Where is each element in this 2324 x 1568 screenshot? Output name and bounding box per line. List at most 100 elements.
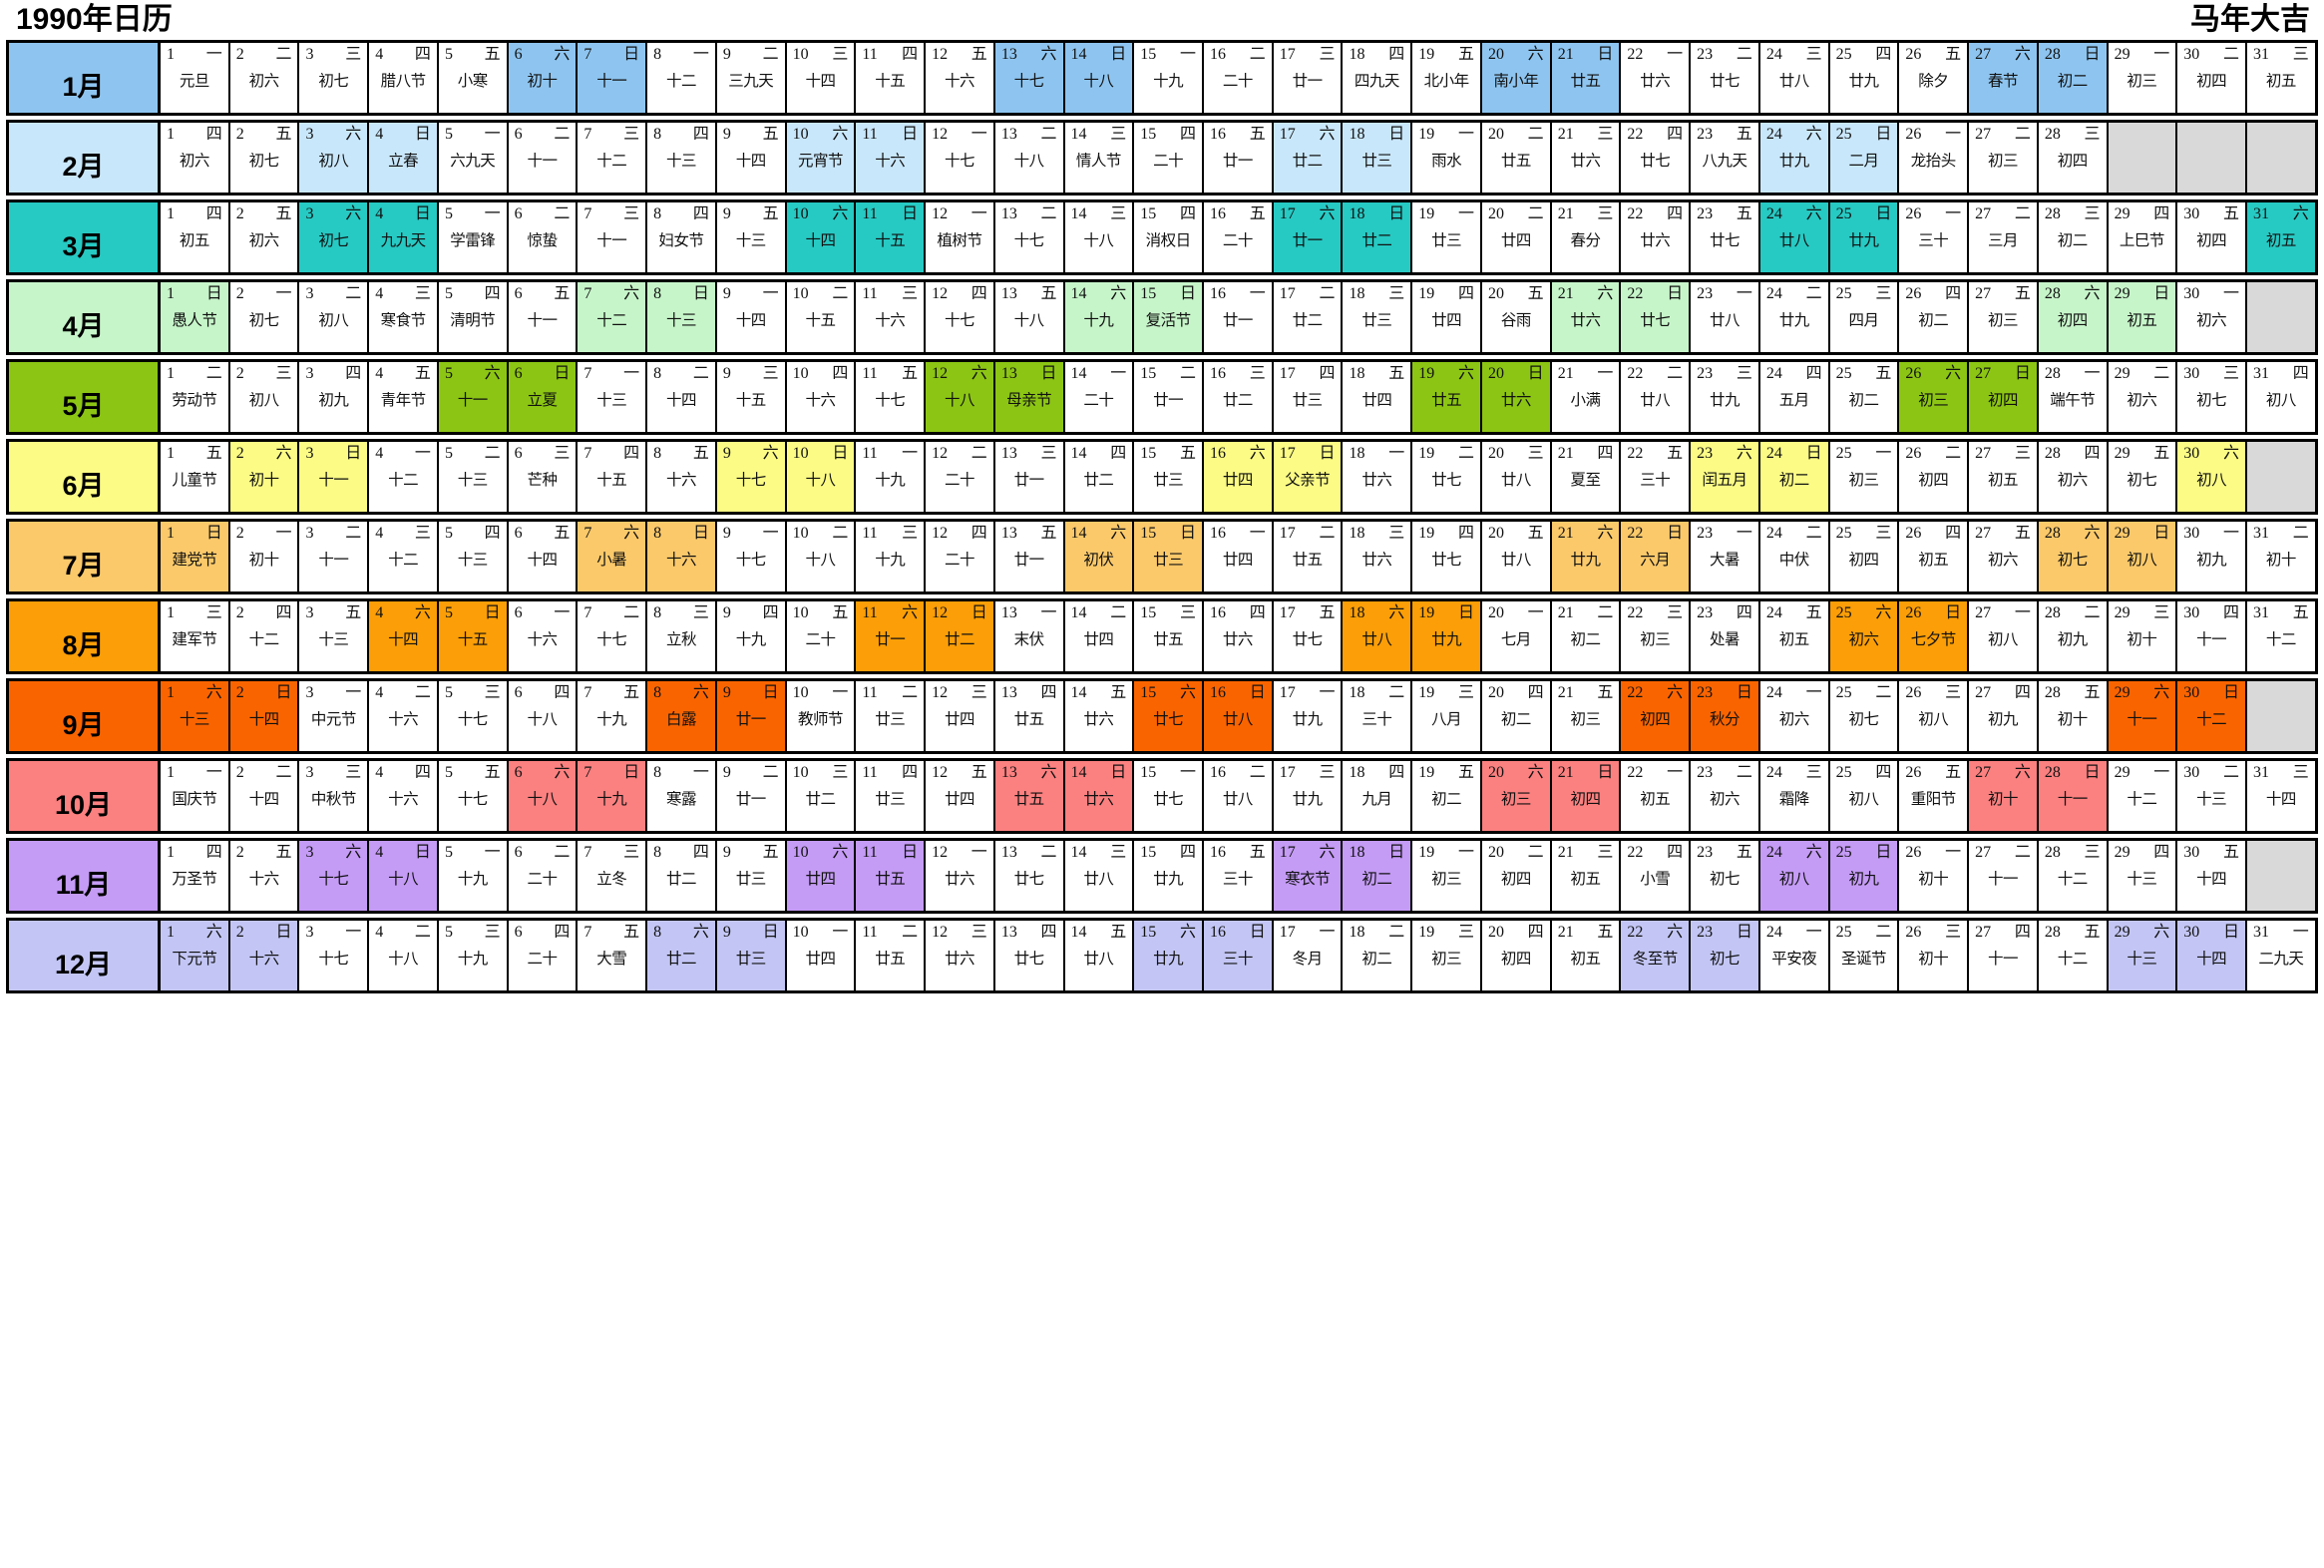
day-cell[interactable]: 1 二劳动节 <box>161 362 230 432</box>
day-cell[interactable]: 8 六白露 <box>647 681 717 751</box>
day-cell[interactable]: 23 二廿七 <box>1691 43 1760 113</box>
month-label-12[interactable]: 12月 <box>9 921 161 990</box>
day-cell[interactable]: 2 五初六 <box>229 202 300 272</box>
day-cell[interactable]: 20 四初四 <box>1481 921 1552 990</box>
day-cell[interactable]: 6 二十一 <box>508 123 579 193</box>
day-cell[interactable]: 7 日十九 <box>578 761 648 831</box>
day-cell[interactable]: 7 五十九 <box>578 681 648 751</box>
day-cell[interactable]: 24 六初八 <box>1759 841 1830 911</box>
month-label-4[interactable]: 4月 <box>9 282 161 352</box>
day-cell[interactable]: 2 五十六 <box>229 841 300 911</box>
day-cell[interactable]: 10 二十八 <box>786 522 857 591</box>
day-cell[interactable]: 27 一初八 <box>1969 601 2039 671</box>
day-cell[interactable]: 22 一廿六 <box>1621 43 1692 113</box>
day-cell[interactable]: 3 六初七 <box>299 202 370 272</box>
day-cell[interactable]: 17 一廿九 <box>1273 681 1344 751</box>
day-cell[interactable]: 19 五北小年 <box>1412 43 1482 113</box>
day-cell[interactable]: 14 六十九 <box>1064 282 1135 352</box>
day-cell[interactable]: 3 一中元节 <box>299 681 370 751</box>
day-cell[interactable]: 16 一廿一 <box>1204 282 1274 352</box>
day-cell[interactable]: 29 六十一 <box>2108 681 2178 751</box>
day-cell[interactable]: 7 三十二 <box>578 123 648 193</box>
day-cell[interactable]: 5 一十九 <box>438 841 509 911</box>
day-cell[interactable]: 17 二廿五 <box>1273 522 1344 591</box>
day-cell[interactable]: 18 四四九天 <box>1343 43 1413 113</box>
day-cell[interactable]: 24 五初五 <box>1759 601 1830 671</box>
day-cell[interactable]: 4 日立春 <box>369 123 439 193</box>
day-cell[interactable]: 2 二初六 <box>229 43 300 113</box>
day-cell[interactable]: 26 三初十 <box>1899 921 1970 990</box>
day-cell[interactable]: 11 三十六 <box>856 282 927 352</box>
day-cell[interactable]: 12 四十七 <box>926 282 995 352</box>
day-cell[interactable]: 29 四十三 <box>2108 841 2178 911</box>
day-cell[interactable]: 20 五廿八 <box>1481 522 1552 591</box>
day-cell[interactable]: 31 二初十 <box>2247 522 2315 591</box>
day-cell[interactable]: 21 三初五 <box>1551 841 1622 911</box>
day-cell[interactable]: 14 三廿八 <box>1064 841 1135 911</box>
day-cell[interactable]: 20 一七月 <box>1481 601 1552 671</box>
day-cell[interactable]: 1 五儿童节 <box>161 442 230 512</box>
day-cell[interactable]: 7 六小暑 <box>578 522 648 591</box>
day-cell[interactable]: 28 六初七 <box>2038 522 2109 591</box>
day-cell[interactable]: 16 五三十 <box>1204 841 1274 911</box>
day-cell[interactable]: 19 一初三 <box>1412 841 1482 911</box>
day-cell[interactable]: 1 日愚人节 <box>161 282 230 352</box>
day-cell[interactable]: 11 六廿一 <box>856 601 927 671</box>
day-cell[interactable]: 13 二十八 <box>994 123 1065 193</box>
day-cell[interactable]: 3 日十一 <box>299 442 370 512</box>
day-cell[interactable]: 17 二廿二 <box>1273 282 1344 352</box>
day-cell[interactable]: 26 四初五 <box>1899 522 1970 591</box>
day-cell[interactable]: 12 二二十 <box>926 442 995 512</box>
day-cell[interactable]: 14 日廿六 <box>1064 761 1135 831</box>
day-cell[interactable]: 6 四十八 <box>508 681 579 751</box>
day-cell[interactable]: 21 三廿六 <box>1551 123 1622 193</box>
day-cell[interactable]: 9 二廿一 <box>716 761 787 831</box>
day-cell[interactable]: 17 一冬月 <box>1273 921 1344 990</box>
day-cell[interactable]: 6 三芒种 <box>508 442 579 512</box>
day-cell[interactable]: 30 四十一 <box>2177 601 2248 671</box>
day-cell[interactable]: 4 日十八 <box>369 841 439 911</box>
day-cell[interactable]: 6 一十六 <box>508 601 579 671</box>
day-cell[interactable]: 11 四十五 <box>856 43 927 113</box>
day-cell[interactable]: 13 六廿五 <box>994 761 1065 831</box>
day-cell[interactable]: 24 四五月 <box>1759 362 1830 432</box>
day-cell[interactable]: 4 六十四 <box>369 601 439 671</box>
day-cell[interactable]: 9 二三九天 <box>716 43 787 113</box>
day-cell[interactable]: 8 四十三 <box>647 123 717 193</box>
day-cell[interactable]: 10 一教师节 <box>786 681 857 751</box>
day-cell[interactable]: 14 二廿四 <box>1064 601 1135 671</box>
day-cell[interactable]: 19 日廿九 <box>1412 601 1482 671</box>
day-cell[interactable]: 1 六下元节 <box>161 921 230 990</box>
day-cell[interactable]: 10 六廿四 <box>786 841 857 911</box>
day-cell[interactable]: 23 一大暑 <box>1691 522 1760 591</box>
day-cell[interactable]: 10 一廿四 <box>786 921 857 990</box>
day-cell[interactable]: 12 一十七 <box>926 123 995 193</box>
day-cell[interactable]: 12 六十八 <box>926 362 995 432</box>
day-cell[interactable]: 15 四廿九 <box>1134 841 1205 911</box>
day-cell[interactable]: 26 五除夕 <box>1899 43 1970 113</box>
day-cell[interactable]: 11 三十九 <box>856 522 927 591</box>
day-cell[interactable]: 25 一初三 <box>1829 442 1900 512</box>
day-cell[interactable]: 4 二十六 <box>369 681 439 751</box>
day-cell[interactable]: 17 三廿九 <box>1273 761 1344 831</box>
day-cell[interactable]: 2 三初八 <box>229 362 300 432</box>
day-cell[interactable]: 13 六十七 <box>994 43 1065 113</box>
day-cell[interactable]: 16 六廿四 <box>1204 442 1274 512</box>
day-cell[interactable]: 5 五十七 <box>438 761 509 831</box>
day-cell[interactable]: 23 五初七 <box>1691 841 1760 911</box>
day-cell[interactable]: 23 五八九天 <box>1691 123 1760 193</box>
day-cell[interactable]: 21 六廿九 <box>1551 522 1622 591</box>
day-cell[interactable]: 14 一二十 <box>1064 362 1135 432</box>
month-label-2[interactable]: 2月 <box>9 123 161 193</box>
month-label-6[interactable]: 6月 <box>9 442 161 512</box>
day-cell[interactable]: 26 一龙抬头 <box>1899 123 1970 193</box>
day-cell[interactable]: 16 三廿二 <box>1204 362 1274 432</box>
day-cell[interactable]: 22 四小雪 <box>1621 841 1692 911</box>
day-cell[interactable]: 31 五十二 <box>2247 601 2315 671</box>
day-cell[interactable]: 2 六初十 <box>229 442 300 512</box>
day-cell[interactable]: 30 三初七 <box>2177 362 2248 432</box>
day-cell[interactable]: 25 日廿九 <box>1829 202 1900 272</box>
month-label-9[interactable]: 9月 <box>9 681 161 751</box>
day-cell[interactable]: 4 二十八 <box>369 921 439 990</box>
day-cell[interactable]: 14 五廿六 <box>1064 681 1135 751</box>
